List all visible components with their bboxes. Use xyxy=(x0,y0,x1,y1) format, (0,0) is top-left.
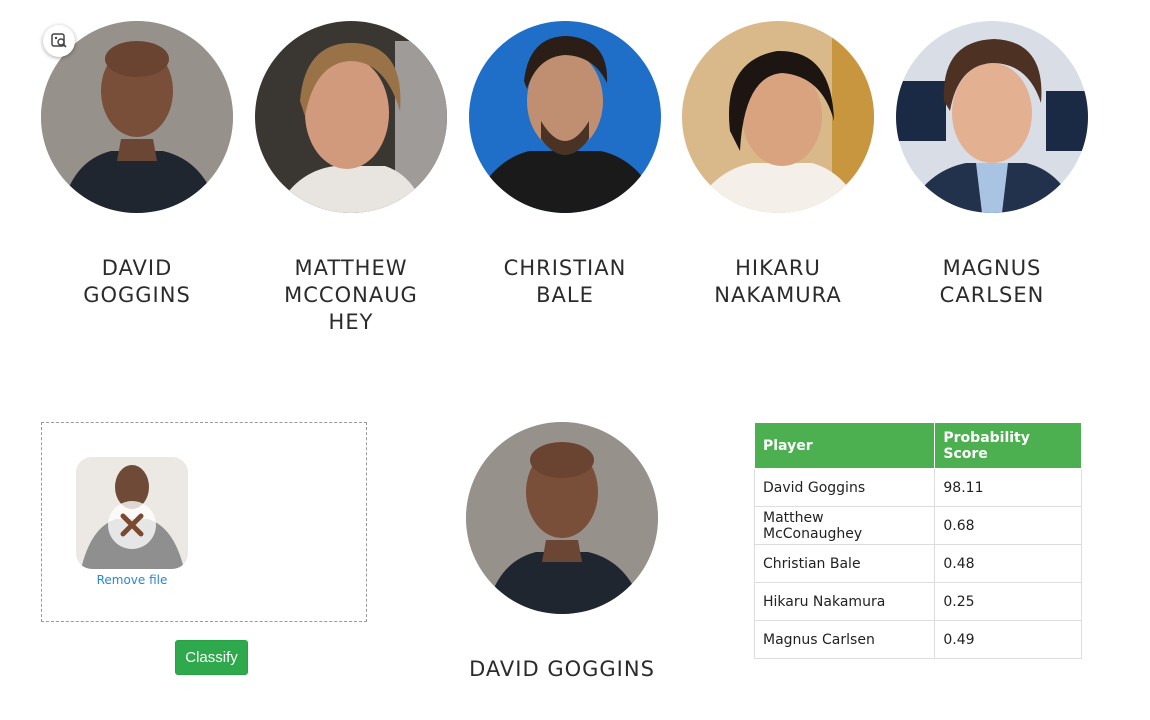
celebrity-name: DAVID GOGGINS xyxy=(83,256,191,307)
celebrity-card-magnus-carlsen: MAGNUS CARLSEN xyxy=(896,21,1088,307)
table-row: David Goggins 98.11 xyxy=(753,468,1082,507)
player-cell: Hikaru Nakamura xyxy=(753,582,936,621)
column-header-player: Player xyxy=(753,422,936,469)
column-header-probability-score: Probability Score xyxy=(934,422,1082,469)
celebrity-name: MATTHEW MCCONAUG HEY xyxy=(284,256,418,334)
table-row: Matthew McConaughey 0.68 xyxy=(753,506,1082,545)
uploaded-image-thumbnail xyxy=(76,457,188,569)
celebrity-card-christian-bale: CHRISTIAN BALE xyxy=(469,21,661,307)
score-cell: 0.48 xyxy=(934,544,1082,583)
score-cell: 0.68 xyxy=(934,506,1082,545)
celebrity-card-matthew-mcconaughey: MATTHEW MCCONAUG HEY xyxy=(255,21,447,334)
celebrity-photo xyxy=(255,21,447,213)
classify-button[interactable]: Classify xyxy=(175,640,248,675)
player-cell: Christian Bale xyxy=(753,544,936,583)
celebrity-photo xyxy=(896,21,1088,213)
score-cell: 0.25 xyxy=(934,582,1082,621)
file-dropzone[interactable]: Remove file xyxy=(41,422,367,622)
celebrity-photo xyxy=(469,21,661,213)
table-header-row: Player Probability Score xyxy=(753,422,1082,469)
table-row: Christian Bale 0.48 xyxy=(753,544,1082,583)
celebrity-name: CHRISTIAN BALE xyxy=(503,256,627,307)
close-icon[interactable] xyxy=(108,501,156,549)
image-search-icon[interactable] xyxy=(43,25,75,57)
table-row: Hikaru Nakamura 0.25 xyxy=(753,582,1082,621)
result-photo xyxy=(466,422,658,614)
celebrity-name: HIKARU NAKAMURA xyxy=(714,256,842,307)
player-cell: David Goggins xyxy=(753,468,936,507)
celebrity-card-hikaru-nakamura: HIKARU NAKAMURA xyxy=(682,21,874,307)
celebrity-photo xyxy=(682,21,874,213)
result-name: DAVID GOGGINS xyxy=(469,657,655,681)
score-cell: 0.49 xyxy=(934,620,1082,659)
probability-table: Player Probability Score David Goggins 9… xyxy=(753,422,1082,659)
table-row: Magnus Carlsen 0.49 xyxy=(753,620,1082,659)
score-cell: 98.11 xyxy=(934,468,1082,507)
player-cell: Matthew McConaughey xyxy=(753,506,936,545)
remove-file-link[interactable]: Remove file xyxy=(76,573,188,587)
celebrity-classifier-page: DAVID GOGGINS MATTHEW MCCONAUG HEY CHRIS… xyxy=(0,0,1150,720)
player-cell: Magnus Carlsen xyxy=(753,620,936,659)
celebrity-name: MAGNUS CARLSEN xyxy=(939,256,1045,307)
